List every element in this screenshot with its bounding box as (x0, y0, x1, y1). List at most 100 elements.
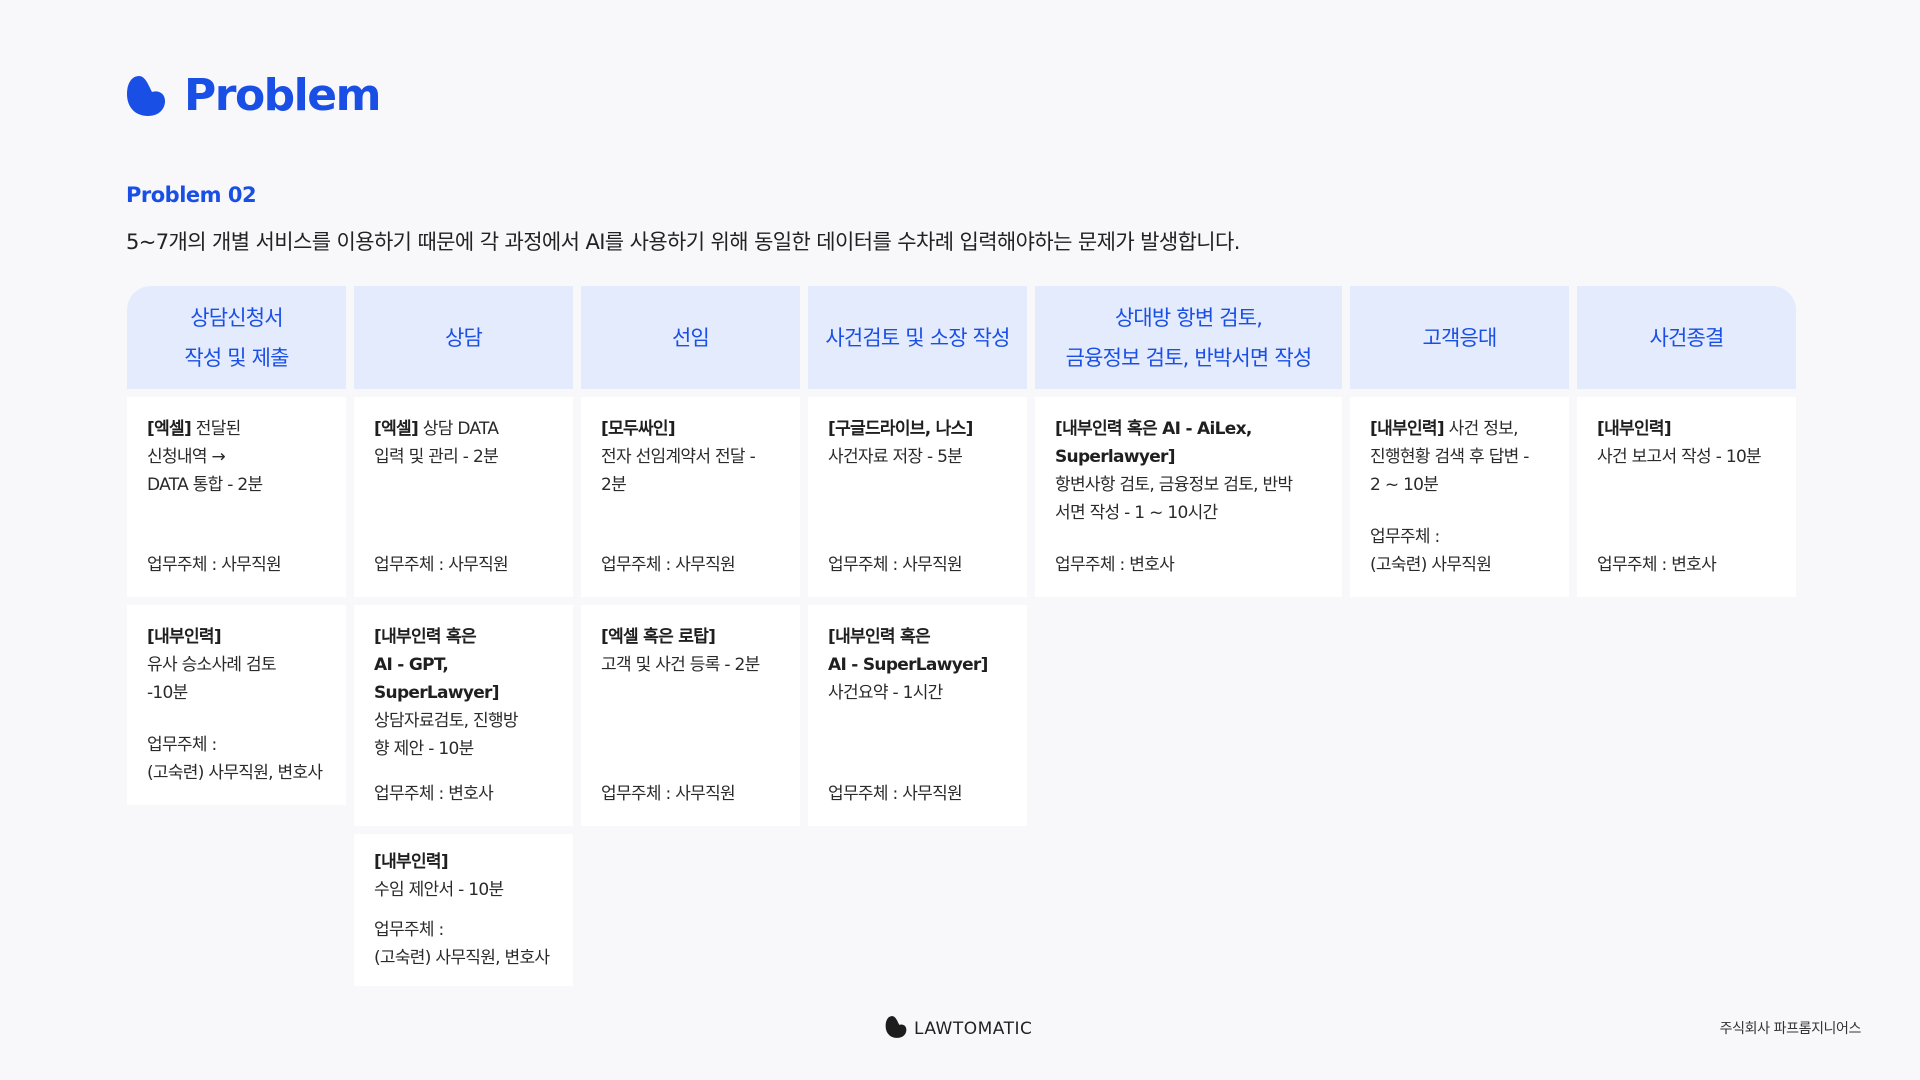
task-card: [구글드라이브, 나스] 사건자료 저장 - 5분업무주체 : 사무직원 (808, 397, 1027, 597)
task-tool: [엑셀 혹은 로탑] (601, 627, 716, 647)
column-header-line: 고객응대 (1422, 325, 1497, 350)
task-text: 전달된 (195, 419, 242, 439)
workflow-column: 상대방 항변 검토, 금융정보 검토, 반박서면 작성 [내부인력 혹은 AI - … (1035, 286, 1342, 986)
column-header: 고객응대 (1350, 286, 1569, 389)
task-card: [엑셀] 전달된신청내역 → DATA 통합 - 2분업무주체 : 사무직원 (127, 397, 346, 597)
task-tool: [내부인력] (374, 852, 449, 872)
task-owner-line: 업무주체 : 변호사 (1055, 555, 1175, 575)
column-header-line: 사건종결 (1649, 325, 1724, 350)
task-tool: [엑셀] (374, 419, 419, 439)
task-owner-line: 업무주체 : 변호사 (374, 784, 494, 804)
task-owner-line: 업무주체 : 사무직원 (147, 555, 282, 575)
task-detail-line: 진행현황 검색 후 답변 - (1370, 447, 1529, 467)
task-owner-line: 업무주체 : 사무직원 (601, 555, 736, 575)
task-detail-line: 2분 (601, 475, 627, 495)
column-header: 사건종결 (1577, 286, 1796, 389)
task-owner-line: 업무주체 : (374, 920, 444, 940)
footer-brand: LAWTOMATIC (885, 1015, 1032, 1043)
task-card: [모두싸인] 전자 선임계약서 전달 - 2분업무주체 : 사무직원 (581, 397, 800, 597)
task-tool: [내부인력 혹은 (374, 627, 477, 647)
task-owner: 업무주체 : 사무직원 (601, 551, 792, 579)
task-owner-line: (고숙련) 사무직원, 변호사 (374, 948, 550, 968)
workflow-board: 상담신청서작성 및 제출 [엑셀] 전달된신청내역 → DATA 통합 - 2분업무… (127, 286, 1797, 986)
task-owner: 업무주체 : 변호사 (1055, 551, 1334, 579)
task-description: [내부인력 혹은 AI - SuperLawyer] 사건요약 - 1시간 (828, 623, 1019, 707)
task-detail-line: 향 제안 - 10분 (374, 739, 474, 759)
task-card: [내부인력 혹은 AI - AiLex, Superlawyer] 항변사항 검토,… (1035, 397, 1342, 597)
task-tool-line: AI - GPT, (374, 655, 449, 675)
task-card: [내부인력 혹은 AI - GPT, SuperLawyer] 상담자료검토, 진행방… (354, 605, 573, 826)
task-owner: 업무주체 : (고숙련) 사무직원 (1370, 523, 1561, 579)
task-card: [내부인력] 수임 제안서 - 10분 업무주체 : (고숙련) 사무직원, 변호사 (354, 834, 573, 986)
task-detail-line: 신청내역 → (147, 447, 226, 467)
column-header-line: 상담신청서 (190, 305, 283, 330)
task-detail-line: DATA 통합 - 2분 (147, 475, 263, 495)
column-header-line: 금융정보 검토, 반박서면 작성 (1065, 345, 1313, 370)
task-description: [엑셀 혹은 로탑] 고객 및 사건 등록 - 2분 (601, 623, 792, 679)
task-description: [구글드라이브, 나스] 사건자료 저장 - 5분 (828, 415, 1019, 471)
task-tool: [내부인력] (147, 627, 222, 647)
task-owner: 업무주체 : 사무직원 (828, 780, 1019, 808)
footer-logo-icon (885, 1015, 907, 1043)
task-description: [내부인력 혹은 AI - AiLex, Superlawyer] 항변사항 검토,… (1055, 415, 1334, 527)
task-card: [내부인력 혹은 AI - SuperLawyer] 사건요약 - 1시간 업무주체 … (808, 605, 1027, 826)
task-owner-line: 업무주체 : 사무직원 (601, 784, 736, 804)
task-owner: 업무주체 : (고숙련) 사무직원, 변호사 (374, 916, 565, 972)
task-owner-line: 업무주체 : (1370, 527, 1440, 547)
task-tool: [내부인력] (1597, 419, 1672, 439)
task-card: [내부인력] 유사 승소사례 검토 -10분업무주체 : (고숙련) 사무직원, 변호… (127, 605, 346, 805)
workflow-column: 사건검토 및 소장 작성 [구글드라이브, 나스] 사건자료 저장 - 5분업무주체… (808, 286, 1027, 986)
task-card: [내부인력] 사건 정보, 진행현황 검색 후 답변 - 2 ~ 10분 업무주체 :… (1350, 397, 1569, 597)
column-header: 상담 (354, 286, 573, 389)
column-header-line: 상담 (444, 325, 483, 350)
task-owner: 업무주체 : 사무직원 (374, 551, 565, 579)
task-tool: [모두싸인] (601, 419, 676, 439)
workflow-column: 고객응대 [내부인력] 사건 정보, 진행현황 검색 후 답변 - 2 ~ 10분 업무… (1350, 286, 1569, 986)
section-subtitle: Problem 02 (126, 183, 257, 207)
footer-brand-text: LAWTOMATIC (914, 1019, 1033, 1039)
column-header: 상대방 항변 검토, 금융정보 검토, 반박서면 작성 (1035, 286, 1342, 389)
column-header: 사건검토 및 소장 작성 (808, 286, 1027, 389)
task-owner: 업무주체 : 변호사 (374, 780, 565, 808)
workflow-column: 사건종결 [내부인력] 사건 보고서 작성 - 10분 업무주체 : 변호사 (1577, 286, 1796, 986)
company-name: 주식회사 파프롬지니어스 (1719, 1021, 1862, 1037)
section-description: 5~7개의 개별 서비스를 이용하기 때문에 각 과정에서 AI를 사용하기 위… (126, 230, 1240, 254)
task-tool: [엑셀] (147, 419, 192, 439)
column-header-line: 사건검토 및 소장 작성 (825, 325, 1010, 350)
task-text: 사건 정보, (1448, 419, 1519, 439)
workflow-column: 상담신청서작성 및 제출 [엑셀] 전달된신청내역 → DATA 통합 - 2분업무… (127, 286, 346, 986)
task-detail-line: 유사 승소사례 검토 (147, 655, 277, 675)
task-description: [내부인력] 유사 승소사례 검토 -10분 (147, 623, 338, 707)
column-header-line: 작성 및 제출 (184, 345, 289, 370)
task-detail-line: 사건 보고서 작성 - 10분 (1597, 447, 1762, 467)
task-tool-line: SuperLawyer] (374, 683, 500, 703)
task-owner-line: 업무주체 : 사무직원 (828, 784, 963, 804)
task-description: [내부인력] 사건 정보, 진행현황 검색 후 답변 - 2 ~ 10분 (1370, 415, 1561, 499)
column-header-line: 상대방 항변 검토, (1114, 305, 1263, 330)
task-detail-line: -10분 (147, 683, 188, 703)
brand-logo-icon (126, 74, 166, 118)
task-owner-line: (고숙련) 사무직원 (1370, 555, 1492, 575)
task-tool-line: Superlawyer] (1055, 447, 1176, 467)
task-owner: 업무주체 : 사무직원 (828, 551, 1019, 579)
task-card: [엑셀] 상담 DATA 입력 및 관리 - 2분업무주체 : 사무직원 (354, 397, 573, 597)
workflow-column: 선임 [모두싸인] 전자 선임계약서 전달 - 2분업무주체 : 사무직원 [엑셀 혹은… (581, 286, 800, 986)
task-detail-line: 사건요약 - 1시간 (828, 683, 943, 703)
task-owner: 업무주체 : 사무직원 (147, 551, 338, 579)
task-card: [내부인력] 사건 보고서 작성 - 10분 업무주체 : 변호사 (1577, 397, 1796, 597)
task-detail-line: 입력 및 관리 - 2분 (374, 447, 499, 467)
task-owner: 업무주체 : (고숙련) 사무직원, 변호사 (147, 731, 338, 787)
page-title: Problem (184, 70, 381, 121)
task-detail-line: 2 ~ 10분 (1370, 475, 1439, 495)
task-detail-line: 사건자료 저장 - 5분 (828, 447, 963, 467)
page-title-group: Problem (126, 70, 381, 121)
task-tool-line: AI - SuperLawyer] (828, 655, 988, 675)
task-detail-line: 상담자료검토, 진행방 (374, 711, 519, 731)
task-detail-line: 전자 선임계약서 전달 - (601, 447, 756, 467)
task-owner-line: (고숙련) 사무직원, 변호사 (147, 763, 323, 783)
task-description: [엑셀] 상담 DATA 입력 및 관리 - 2분 (374, 415, 565, 471)
column-header: 선임 (581, 286, 800, 389)
task-description: [내부인력 혹은 AI - GPT, SuperLawyer] 상담자료검토, 진행방… (374, 623, 565, 763)
task-owner: 업무주체 : 사무직원 (601, 780, 792, 808)
column-header: 상담신청서작성 및 제출 (127, 286, 346, 389)
